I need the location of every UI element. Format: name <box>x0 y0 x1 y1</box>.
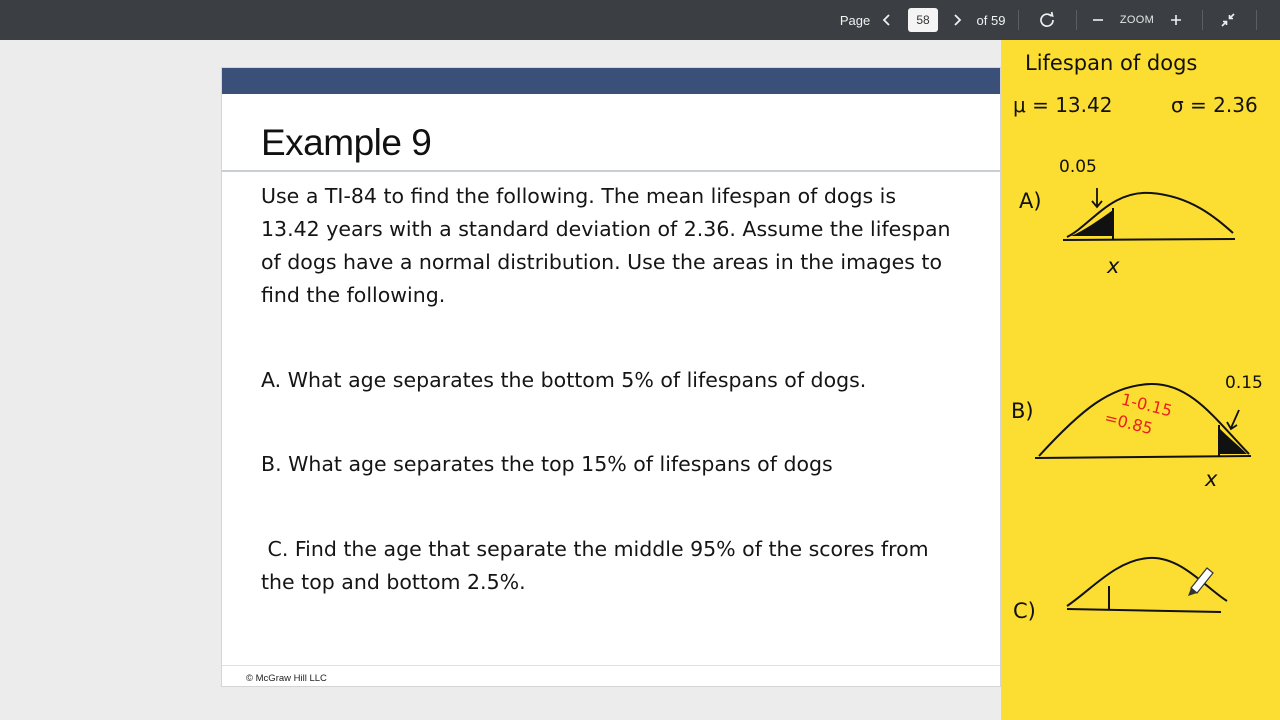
notes-heading: Lifespan of dogs <box>1025 51 1197 75</box>
zoom-in-button[interactable] <box>1166 0 1186 40</box>
slide-title: Example 9 <box>261 122 432 163</box>
b-red-work: 1-0.15 =0.85 <box>1102 390 1174 439</box>
toolbar-divider <box>1018 10 1019 30</box>
next-page-button[interactable] <box>946 0 968 40</box>
slide-header-bar <box>222 68 1000 94</box>
b-area-label: 0.15 <box>1225 373 1263 393</box>
a-x-label: x <box>1106 254 1120 278</box>
question-c-line: C. Find the age that separate the middle… <box>261 537 929 561</box>
toolbar-divider <box>1076 10 1077 30</box>
page-label: Page <box>839 12 871 28</box>
toolbar-divider <box>1202 10 1203 30</box>
a-normal-curve <box>1062 188 1236 241</box>
zoom-label: ZOOM <box>1119 14 1155 26</box>
collapse-icon <box>1221 13 1235 27</box>
notes-drawing: Lifespan of dogs μ = 13.42 σ = 2.36 0.05… <box>1011 51 1263 623</box>
intro-line: of dogs have a normal distribution. Use … <box>261 250 943 274</box>
plus-icon <box>1171 15 1181 25</box>
question-c: C. Find the age that separate the middle… <box>261 533 929 599</box>
intro-paragraph: Use a TI-84 to find the following. The m… <box>261 180 1041 312</box>
slide: Example 9 Use a TI-84 to find the follow… <box>221 67 1001 687</box>
mu-value: μ = 13.42 <box>1013 93 1112 117</box>
toolbar-divider <box>1256 10 1257 30</box>
b-x-label: x <box>1204 467 1218 491</box>
footer-divider <box>222 665 1000 666</box>
viewer-toolbar: Page of 59 ZOOM <box>0 0 1280 40</box>
chevron-right-icon <box>954 14 962 26</box>
minus-icon <box>1093 19 1103 21</box>
page-number-input[interactable] <box>908 8 938 32</box>
a-area-label: 0.05 <box>1059 157 1097 177</box>
b-part-label: B) <box>1011 399 1034 423</box>
rotate-button[interactable] <box>1034 0 1060 40</box>
exit-fullscreen-button[interactable] <box>1216 0 1240 40</box>
rotate-icon <box>1040 11 1054 28</box>
sigma-value: σ = 2.36 <box>1171 93 1258 117</box>
a-part-label: A) <box>1019 189 1042 213</box>
handwritten-notes-panel: Lifespan of dogs μ = 13.42 σ = 2.36 0.05… <box>1001 40 1280 720</box>
intro-line: Use a TI-84 to find the following. The m… <box>261 184 897 208</box>
c-part-label: C) <box>1013 599 1036 623</box>
intro-line: 13.42 years with a standard deviation of… <box>261 217 951 241</box>
pencil-cursor-icon <box>1188 567 1214 596</box>
title-divider <box>222 170 1000 172</box>
prev-page-button[interactable] <box>876 0 898 40</box>
chevron-left-icon <box>882 14 890 26</box>
question-b: B. What age separates the top 15% of lif… <box>261 452 833 476</box>
copyright-footer: © McGraw Hill LLC <box>246 673 327 684</box>
question-c-line: the top and bottom 2.5%. <box>261 570 526 594</box>
page-total: of 59 <box>976 12 1006 28</box>
intro-line: find the following. <box>261 283 446 307</box>
question-a: A. What age separates the bottom 5% of l… <box>261 368 867 392</box>
zoom-out-button[interactable] <box>1088 0 1108 40</box>
